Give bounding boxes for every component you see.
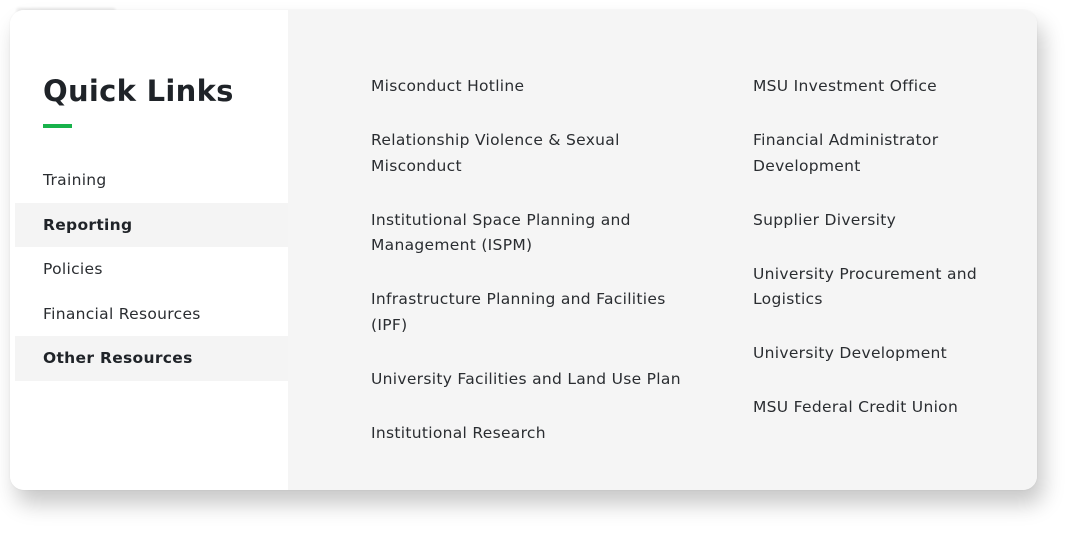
link-supplier-diversity[interactable]: Supplier Diversity [753,208,993,234]
links-panel: Misconduct Hotline Relationship Violence… [288,10,1037,490]
nav-item-policies[interactable]: Policies [15,247,288,292]
link-facilities-land-use-plan[interactable]: University Facilities and Land Use Plan [371,367,681,393]
link-financial-administrator-development[interactable]: Financial Administrator Development [753,128,993,179]
link-misconduct-hotline[interactable]: Misconduct Hotline [371,74,681,100]
links-column-2: MSU Investment Office Financial Administ… [753,74,993,449]
title-accent-underline [43,124,72,128]
quick-links-card: Quick Links Training Reporting Policies … [10,10,1037,490]
nav-item-training[interactable]: Training [15,158,288,203]
link-investment-office[interactable]: MSU Investment Office [753,74,993,100]
link-relationship-violence[interactable]: Relationship Violence & Sexual Misconduc… [371,128,681,179]
link-procurement-logistics[interactable]: University Procurement and Logistics [753,262,993,313]
section-title: Quick Links [43,74,234,108]
quick-links-sidebar: Quick Links Training Reporting Policies … [10,10,288,490]
category-nav: Training Reporting Policies Financial Re… [15,158,288,381]
nav-item-reporting[interactable]: Reporting [15,202,288,247]
link-ispm[interactable]: Institutional Space Planning and Managem… [371,208,681,259]
link-university-development[interactable]: University Development [753,341,993,367]
link-ipf[interactable]: Infrastructure Planning and Facilities (… [371,287,681,338]
links-column-1: Misconduct Hotline Relationship Violence… [371,74,681,475]
link-federal-credit-union[interactable]: MSU Federal Credit Union [753,395,993,421]
link-institutional-research[interactable]: Institutional Research [371,421,681,447]
nav-item-other-resources[interactable]: Other Resources [15,336,288,381]
nav-item-financial-resources[interactable]: Financial Resources [15,292,288,337]
